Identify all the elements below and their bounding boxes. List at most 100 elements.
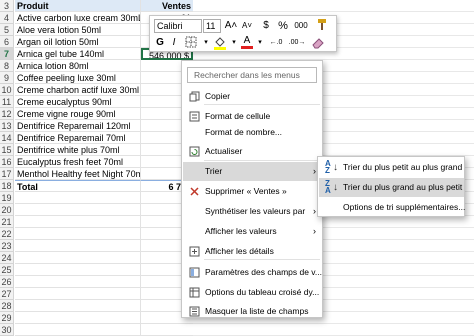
product-cell[interactable]: Dentifrice white plus 70ml — [15, 144, 141, 156]
font-color-letter: A — [243, 35, 251, 46]
empty-cell[interactable] — [15, 300, 141, 312]
menu-item-masquer-la-liste-de-champs[interactable]: Masquer la liste de champs — [183, 302, 322, 321]
empty-cell[interactable] — [15, 216, 141, 228]
menu-item-trier[interactable]: Trier › — [183, 162, 322, 181]
borders-icon[interactable] — [184, 36, 198, 50]
product-cell[interactable]: Creme vigne rouge 90ml — [15, 108, 141, 120]
header-ventes[interactable]: Ventes — [141, 0, 193, 12]
row-header[interactable]: 7 — [0, 48, 14, 60]
row-header[interactable]: 5 — [0, 24, 14, 36]
empty-cell[interactable] — [15, 204, 141, 216]
empty-cell[interactable] — [141, 324, 193, 336]
row-header[interactable]: 26 — [0, 276, 14, 288]
product-cell[interactable]: Dentifrice Reparemail 120ml — [15, 120, 141, 132]
row-header[interactable]: 25 — [0, 264, 14, 276]
total-label[interactable]: Total — [15, 180, 141, 192]
percent-button[interactable]: % — [276, 19, 290, 33]
italic-button[interactable]: I — [168, 36, 180, 50]
empty-cell[interactable] — [15, 192, 141, 204]
row-header[interactable]: 4 — [0, 12, 14, 24]
chevron-right-icon: › — [313, 206, 316, 216]
bold-button[interactable]: G — [154, 36, 166, 50]
format-painter-icon[interactable] — [313, 18, 331, 32]
font-size-box[interactable]: 11 — [203, 19, 221, 33]
empty-cells[interactable] — [193, 324, 474, 336]
increase-decimal-button[interactable]: ←.0 — [268, 36, 284, 50]
currency-button[interactable]: $ — [260, 19, 272, 33]
font-color-icon[interactable]: A — [240, 35, 254, 49]
empty-cells[interactable] — [193, 0, 474, 12]
product-cell[interactable]: Aloe vera lotion 50ml — [15, 24, 141, 36]
font-name-box[interactable]: Calibri — [154, 19, 202, 33]
menu-item-param-tres-des-champs-de-v[interactable]: Paramètres des champs de v... — [183, 263, 322, 282]
row-header[interactable]: 21 — [0, 216, 14, 228]
row-header[interactable]: 3 — [0, 0, 14, 12]
row-header[interactable]: 8 — [0, 60, 14, 72]
empty-cell[interactable] — [15, 264, 141, 276]
row-header[interactable]: 14 — [0, 132, 14, 144]
format-cells-icon — [189, 111, 200, 122]
decrease-decimal-button[interactable]: .00→ — [288, 36, 306, 50]
product-cell[interactable]: Arnica lotion 80ml — [15, 60, 141, 72]
empty-cell[interactable] — [15, 288, 141, 300]
dropdown-icon[interactable]: ▾ — [256, 36, 264, 50]
product-cell[interactable]: Creme eucalyptus 90ml — [15, 96, 141, 108]
product-cell[interactable]: Menthol Healthy feet Night 70ml — [15, 168, 141, 180]
fill-color-icon[interactable] — [212, 36, 228, 50]
row-header[interactable]: 28 — [0, 300, 14, 312]
row-header[interactable]: 24 — [0, 252, 14, 264]
row-header[interactable]: 6 — [0, 36, 14, 48]
row-header[interactable]: 15 — [0, 144, 14, 156]
menu-item-supprimer-ventes[interactable]: Supprimer « Ventes » — [183, 182, 322, 201]
row-header[interactable]: 29 — [0, 312, 14, 324]
empty-cell[interactable] — [15, 324, 141, 336]
row-header[interactable]: 18 — [0, 180, 14, 192]
empty-cell[interactable] — [15, 252, 141, 264]
product-cell[interactable]: Arnica gel tube 140ml — [15, 48, 141, 60]
menu-item-afficher-les-d-tails[interactable]: Afficher les détails — [183, 242, 322, 261]
shrink-font-button[interactable]: A˅ — [240, 19, 254, 33]
menu-item-format-de-nombre[interactable]: Format de nombre... — [183, 123, 322, 142]
product-cell[interactable]: Creme charbon actif luxe 30ml — [15, 84, 141, 96]
header-produit[interactable]: Produit — [15, 0, 141, 12]
row-header[interactable]: 11 — [0, 96, 14, 108]
row-header[interactable]: 20 — [0, 204, 14, 216]
dropdown-icon[interactable]: ▾ — [202, 36, 210, 50]
menu-item-afficher-les-valeurs[interactable]: Afficher les valeurs › — [183, 222, 322, 241]
row-header[interactable]: 9 — [0, 72, 14, 84]
sort-option-2[interactable]: Options de tri supplémentaires... — [319, 198, 465, 217]
row-header[interactable]: 10 — [0, 84, 14, 96]
row-header[interactable]: 16 — [0, 156, 14, 168]
empty-cell[interactable] — [15, 276, 141, 288]
product-cell[interactable]: Dentifrice Reparemail 70ml — [15, 132, 141, 144]
empty-cell[interactable] — [15, 228, 141, 240]
menu-item-label: Supprimer « Ventes » — [205, 186, 287, 196]
product-cell[interactable]: Argan oil lotion 50ml — [15, 36, 141, 48]
menu-item-label: Format de nombre... — [205, 127, 283, 137]
menu-item-synth-tiser-les-valeurs-par[interactable]: Synthétiser les valeurs par › — [183, 202, 322, 221]
product-cell[interactable]: Active carbon luxe cream 30mL — [15, 12, 141, 24]
row-header[interactable]: 12 — [0, 108, 14, 120]
empty-cell[interactable] — [15, 240, 141, 252]
row-header[interactable]: 30 — [0, 324, 14, 336]
menu-item-actualiser[interactable]: Actualiser — [183, 142, 322, 161]
menu-item-options-du-tableau-crois-dy[interactable]: Options du tableau croisé dy... — [183, 283, 322, 302]
sort-option-0[interactable]: A Z ↓ Trier du plus petit au plus grand — [319, 158, 464, 177]
grow-font-button[interactable]: A˄ — [224, 19, 238, 33]
product-cell[interactable]: Coffee peeling luxe 30ml — [15, 72, 141, 84]
row-header[interactable]: 27 — [0, 288, 14, 300]
product-cell[interactable]: Eucalyptus fresh feet 70ml — [15, 156, 141, 168]
row-header[interactable]: 17 — [0, 168, 14, 180]
row-header[interactable]: 22 — [0, 228, 14, 240]
row-header[interactable]: 13 — [0, 120, 14, 132]
dropdown-icon[interactable]: ▾ — [230, 36, 238, 50]
menu-item-label: Copier — [205, 91, 231, 101]
eraser-icon[interactable] — [310, 36, 326, 50]
row-header[interactable]: 23 — [0, 240, 14, 252]
empty-cell[interactable] — [15, 312, 141, 324]
menu-search-input[interactable]: Rechercher dans les menus — [187, 67, 317, 83]
menu-item-copier[interactable]: Copier — [183, 87, 322, 106]
thousands-button[interactable]: 000 — [292, 19, 310, 33]
row-header[interactable]: 19 — [0, 192, 14, 204]
sort-option-1[interactable]: Z A ↓ Trier du plus grand au plus petit — [319, 178, 464, 197]
